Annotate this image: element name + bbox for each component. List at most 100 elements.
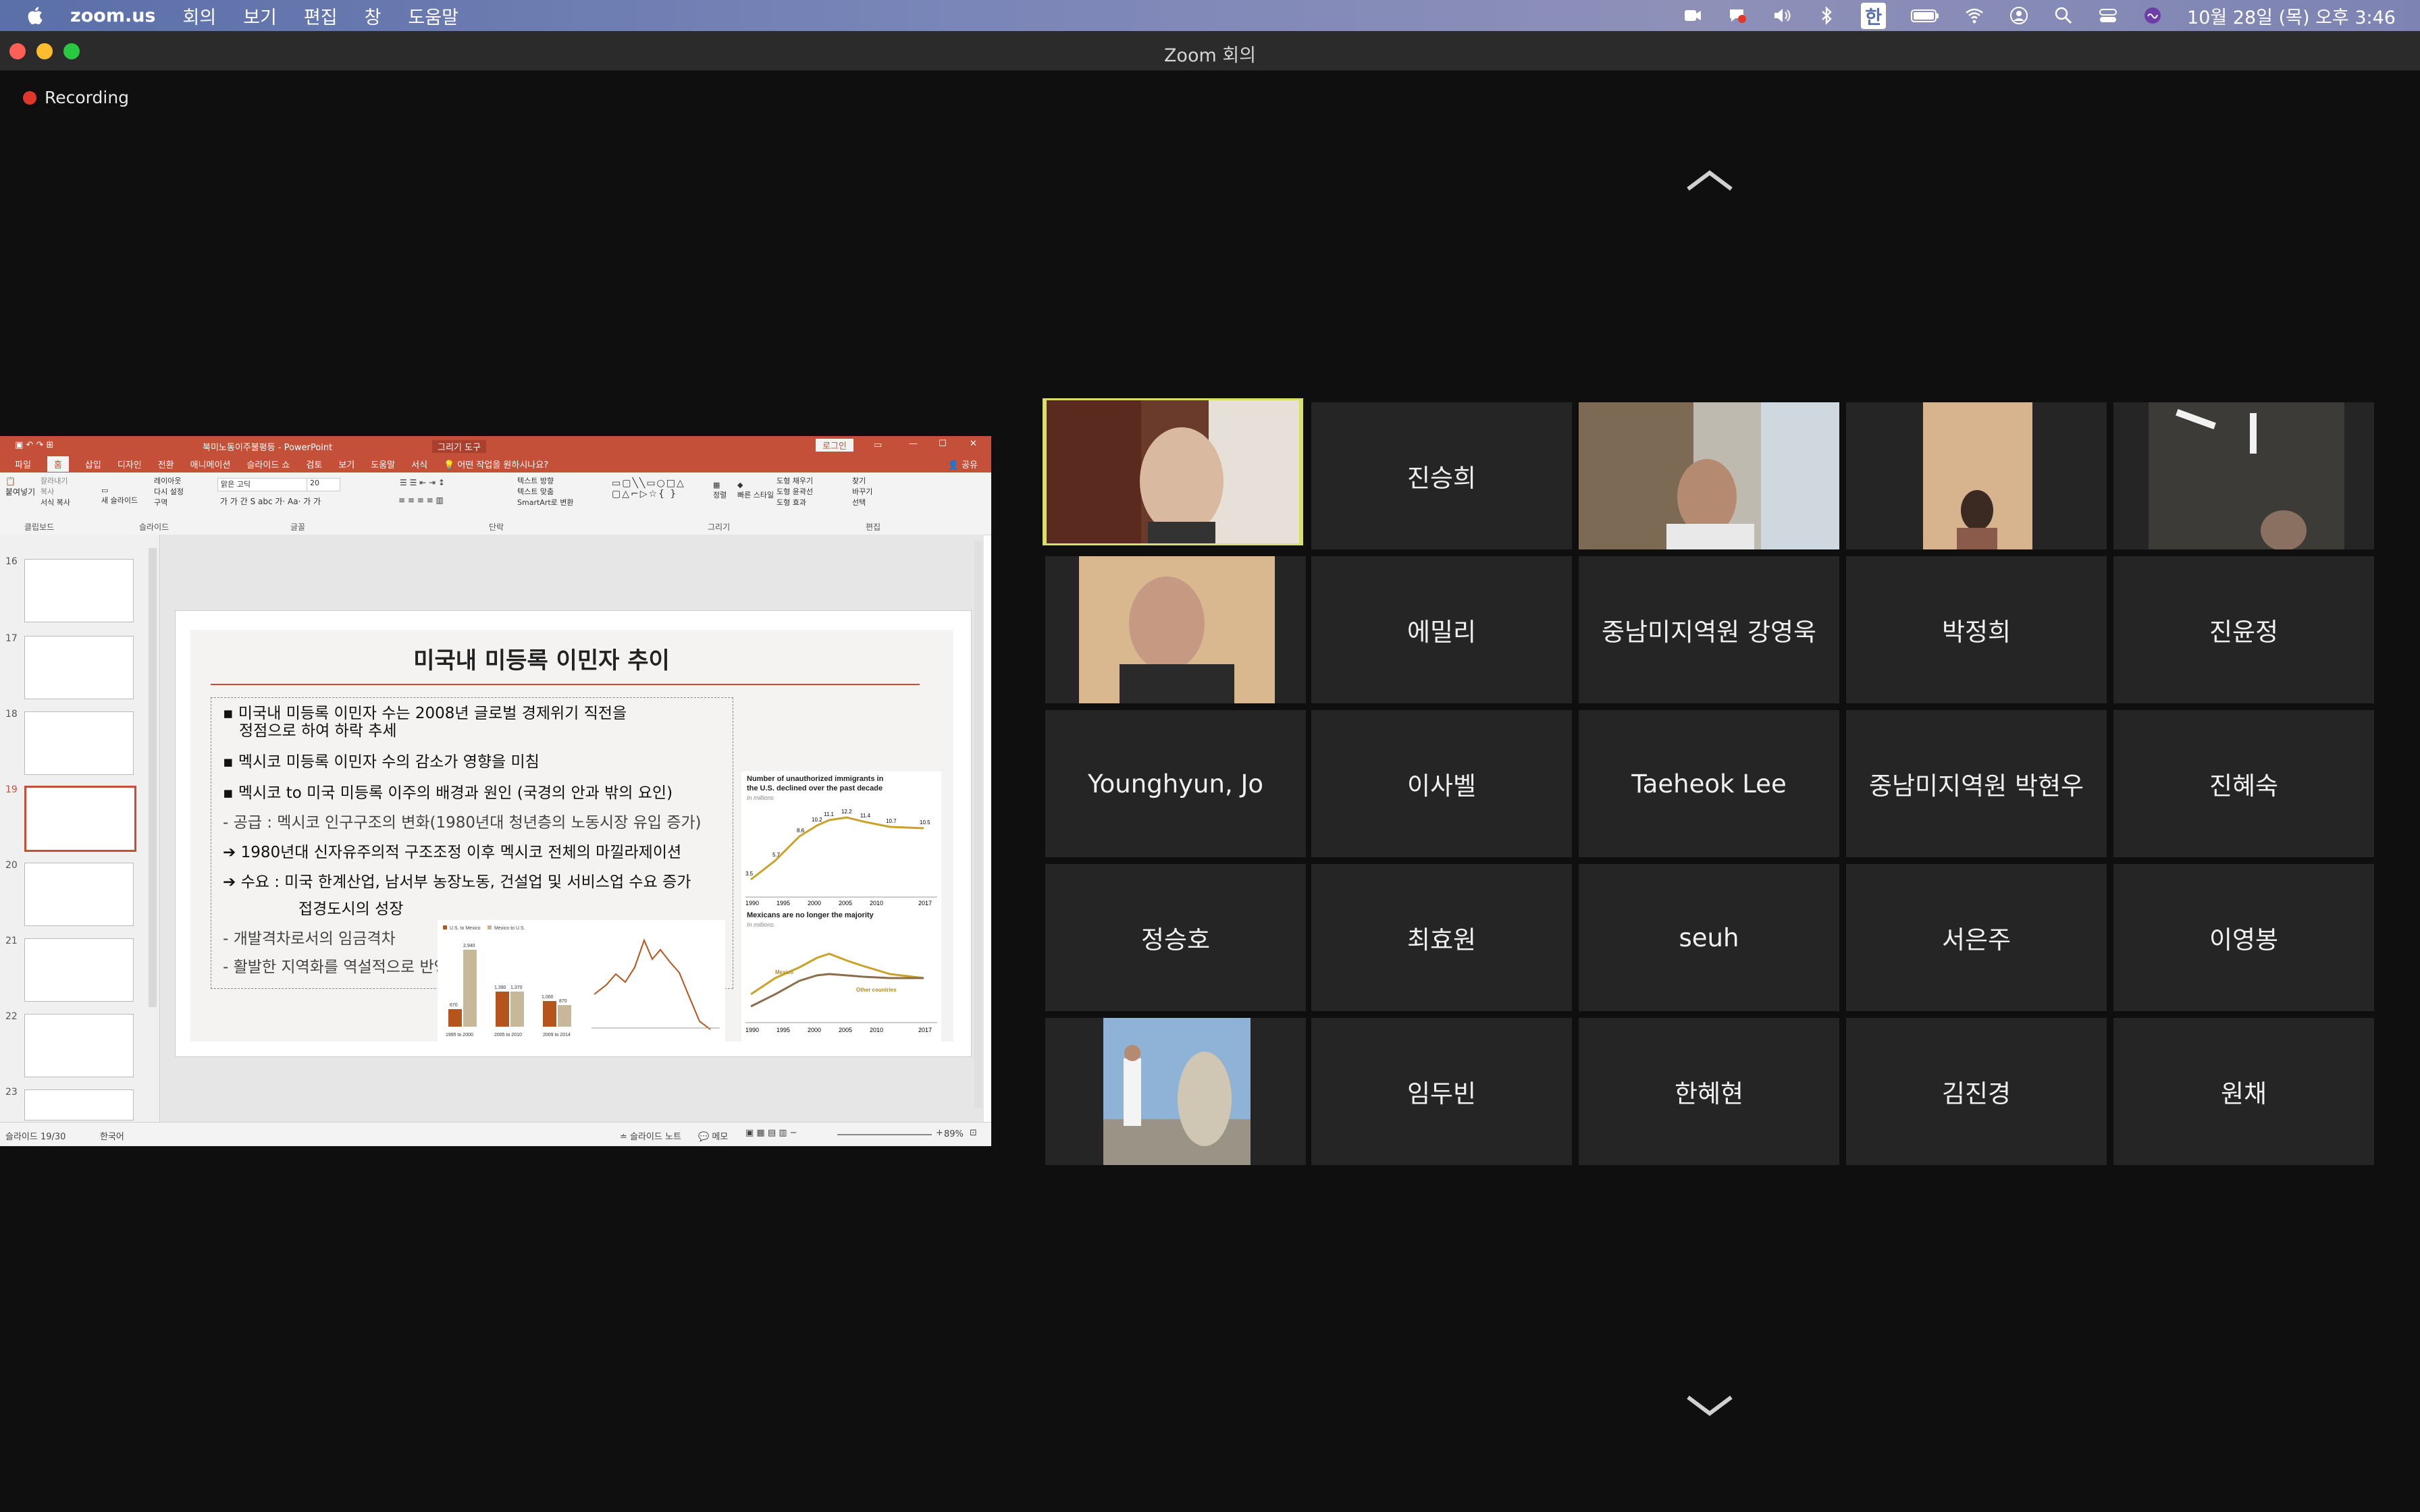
wifi-icon[interactable] bbox=[1964, 5, 1984, 26]
participant-tile[interactable]: 박정희 bbox=[1846, 556, 2107, 703]
participant-tile[interactable]: 서은주 bbox=[1846, 864, 2107, 1011]
slide-title[interactable]: 미국내 미등록 이민자 추이 bbox=[190, 642, 893, 675]
notification-icon[interactable] bbox=[1727, 5, 1747, 26]
ppt-slide-thumbnails[interactable]: 16 17 18 19 20 21 22 23 bbox=[0, 535, 160, 1122]
slide-thumbnail-selected[interactable] bbox=[24, 786, 136, 852]
ppt-tab-view[interactable]: 보기 bbox=[338, 458, 354, 470]
ppt-tell-me[interactable]: 💡 어떤 작업을 원하시나요? bbox=[444, 458, 548, 470]
ppt-tab-animations[interactable]: 애니메이션 bbox=[190, 458, 231, 470]
control-center-icon[interactable] bbox=[2098, 5, 2118, 26]
ppt-tab-design[interactable]: 디자인 bbox=[117, 458, 142, 470]
recording-indicator[interactable]: Recording bbox=[23, 88, 129, 107]
menu-help[interactable]: 도움말 bbox=[408, 3, 458, 29]
view-mode-buttons[interactable]: ▣ ▦ ▤ ▥ − bbox=[745, 1128, 797, 1138]
ppt-login-button[interactable]: 로그인 bbox=[816, 439, 853, 452]
ppt-replace-button[interactable]: 바꾸기 bbox=[852, 486, 872, 497]
ppt-shape-outline-button[interactable]: 도형 윤곽선 bbox=[777, 486, 813, 497]
participant-tile[interactable]: Taeheok Lee bbox=[1579, 710, 1839, 857]
ppt-smartart-button[interactable]: SmartArt로 변환 bbox=[517, 497, 574, 508]
ppt-ribbon-display-icon[interactable]: ▭ bbox=[874, 440, 882, 450]
participant-tile[interactable]: 진혜숙 bbox=[2113, 710, 2374, 857]
ppt-slide-canvas[interactable]: 미국내 미등록 이민자 추이 ▪ 미국내 미등록 이민자 수는 2008년 글로… bbox=[160, 535, 984, 1122]
bluetooth-icon[interactable] bbox=[1816, 5, 1837, 26]
participant-tile[interactable]: 에밀리 bbox=[1311, 556, 1572, 703]
participant-tile[interactable] bbox=[1045, 556, 1306, 703]
participant-tile[interactable]: 이영봉 bbox=[2113, 864, 2374, 1011]
participant-tile[interactable]: 이사벨 bbox=[1311, 710, 1572, 857]
ppt-paragraph-buttons[interactable]: ☰ ☰ ⇤ ⇥ ↕ bbox=[400, 478, 445, 487]
notes-button[interactable]: ≐ 슬라이드 노트 bbox=[620, 1129, 681, 1142]
ppt-section-button[interactable]: 구역 bbox=[154, 497, 167, 508]
ppt-minimize-icon[interactable]: — bbox=[909, 439, 918, 449]
current-slide[interactable]: 미국내 미등록 이민자 추이 ▪ 미국내 미등록 이민자 수는 2008년 글로… bbox=[175, 610, 972, 1057]
ppt-copy-button[interactable]: 복사 bbox=[41, 486, 54, 497]
user-icon[interactable] bbox=[2009, 5, 2029, 26]
ppt-tab-slideshow[interactable]: 슬라이드 쇼 bbox=[246, 458, 290, 470]
menu-window[interactable]: 창 bbox=[365, 3, 382, 29]
ppt-select-button[interactable]: 선택 bbox=[852, 497, 866, 508]
page-up-chevron-icon[interactable] bbox=[1685, 169, 1734, 193]
ppt-shape-fill-button[interactable]: 도형 채우기 bbox=[777, 475, 813, 486]
slide-thumbnail[interactable] bbox=[24, 1089, 134, 1120]
ppt-arrange-button[interactable]: ▦ 정렬 bbox=[713, 481, 727, 500]
ppt-quick-styles-button[interactable]: ◆ 빠른 스타일 bbox=[737, 481, 774, 500]
ppt-tab-format[interactable]: 서식 bbox=[411, 458, 427, 470]
ppt-align-text-button[interactable]: 텍스트 맞춤 bbox=[517, 486, 554, 497]
ppt-cut-button[interactable]: 잘라내기 bbox=[41, 475, 68, 486]
participant-tile[interactable]: 중남미지역원 강영욱 bbox=[1579, 556, 1839, 703]
menu-meeting[interactable]: 회의 bbox=[183, 3, 217, 29]
ppt-tab-transitions[interactable]: 전환 bbox=[158, 458, 174, 470]
ppt-shape-effects-button[interactable]: 도형 효과 bbox=[777, 497, 806, 508]
apple-icon[interactable] bbox=[26, 5, 43, 26]
slide-thumbnail[interactable] bbox=[24, 559, 134, 622]
participant-tile[interactable] bbox=[1846, 402, 2107, 549]
spotlight-search-icon[interactable] bbox=[2053, 5, 2074, 26]
clock[interactable]: 10월 28일 (목) 오후 3:46 bbox=[2187, 3, 2396, 29]
page-down-chevron-icon[interactable] bbox=[1685, 1393, 1734, 1418]
participant-tile[interactable]: 한혜현 bbox=[1579, 1018, 1839, 1165]
siri-icon[interactable] bbox=[2142, 5, 2163, 26]
ppt-format-painter-button[interactable]: 서식 복사 bbox=[41, 497, 70, 508]
participant-tile[interactable] bbox=[2113, 402, 2374, 549]
ppt-close-icon[interactable]: ✕ bbox=[970, 439, 977, 449]
thumbnail-scrollbar[interactable] bbox=[149, 548, 157, 1007]
participant-tile[interactable] bbox=[1579, 402, 1839, 549]
comments-button[interactable]: 💬 메모 bbox=[698, 1129, 728, 1142]
ppt-text-direction-button[interactable]: 텍스트 방향 bbox=[517, 475, 554, 486]
ppt-maximize-icon[interactable]: ☐ bbox=[939, 439, 947, 449]
participant-tile[interactable]: 원채 bbox=[2113, 1018, 2374, 1165]
ppt-tab-insert[interactable]: 삽입 bbox=[85, 458, 101, 470]
menu-edit[interactable]: 편집 bbox=[304, 3, 338, 29]
zoom-in-icon[interactable]: + bbox=[936, 1128, 943, 1138]
participant-tile[interactable]: 김진경 bbox=[1846, 1018, 2107, 1165]
ppt-new-slide-button[interactable]: ▭ 새 슬라이드 bbox=[101, 486, 138, 506]
slide-thumbnail[interactable] bbox=[24, 863, 134, 926]
input-method-icon[interactable]: 한 bbox=[1861, 2, 1887, 29]
battery-icon[interactable] bbox=[1910, 5, 1940, 26]
ppt-tab-help[interactable]: 도움말 bbox=[371, 458, 395, 470]
zoom-level[interactable]: 89% bbox=[944, 1129, 964, 1139]
fit-slide-icon[interactable]: ⊡ bbox=[970, 1128, 977, 1138]
ppt-save-icon[interactable]: ▣ ↶ ↷ ⊞ bbox=[15, 440, 53, 450]
ppt-tab-file[interactable]: 파일 bbox=[15, 458, 31, 470]
menu-view[interactable]: 보기 bbox=[243, 3, 277, 29]
zoom-status-icon[interactable] bbox=[1683, 5, 1703, 26]
ppt-tab-review[interactable]: 검토 bbox=[306, 458, 322, 470]
ppt-font-name-select[interactable]: 맑은 고딕 bbox=[217, 478, 308, 491]
zoom-slider[interactable] bbox=[837, 1134, 932, 1135]
participant-tile[interactable]: 중남미지역원 박현우 bbox=[1846, 710, 2107, 857]
participant-tile[interactable]: 최효원 bbox=[1311, 864, 1572, 1011]
slide-thumbnail[interactable] bbox=[24, 711, 134, 775]
participant-tile[interactable] bbox=[1045, 1018, 1306, 1165]
shared-screen-powerpoint[interactable]: ▣ ↶ ↷ ⊞ 북미노동이주불평등 - PowerPoint 그리기 도구 로그… bbox=[0, 436, 991, 1146]
ppt-paste-button[interactable]: 📋 붙여넣기 bbox=[5, 477, 35, 497]
ppt-font-format-buttons[interactable]: 가 가 간 S abc 가· Aa· 가 가 bbox=[220, 495, 321, 507]
app-menu[interactable]: zoom.us bbox=[70, 5, 156, 26]
slide-thumbnail[interactable] bbox=[24, 636, 134, 699]
slide-thumbnail[interactable] bbox=[24, 1014, 134, 1077]
volume-icon[interactable] bbox=[1772, 5, 1792, 26]
participant-tile[interactable]: 진윤정 bbox=[2113, 556, 2374, 703]
participant-tile[interactable]: seuh bbox=[1579, 864, 1839, 1011]
participant-tile-active-speaker[interactable] bbox=[1043, 398, 1303, 545]
ppt-tab-home[interactable]: 홈 bbox=[47, 456, 69, 472]
